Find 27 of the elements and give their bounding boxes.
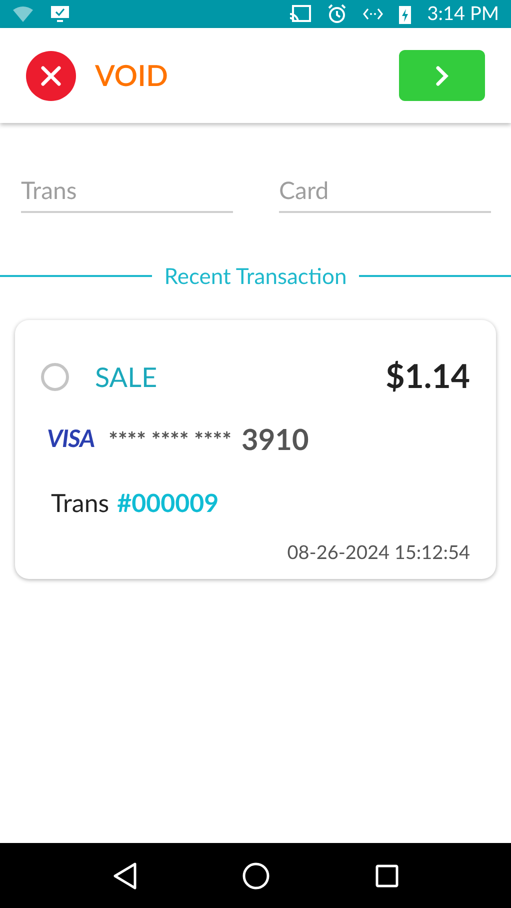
trans-label: Trans [51,487,110,520]
transaction-card[interactable]: SALE $1.14 VISA **** **** **** 3910 Trans #000009 08-26-2024 15:12:54 [15,320,496,579]
close-button[interactable] [26,50,76,100]
transaction-datetime: 08-26-2024 15:12:54 [287,540,470,566]
radio-button[interactable] [41,362,69,391]
back-icon[interactable] [112,862,138,890]
card-last-digits: 3910 [242,420,309,458]
trans-number: #000009 [117,487,219,520]
input-field[interactable]: Card [279,173,491,213]
input-field[interactable]: Trans [21,173,233,213]
status-time: 3:14 PM [427,0,499,27]
section-title: Recent Transaction [163,261,348,291]
monitor-check-icon [50,5,70,23]
page-title: VOID [95,56,168,95]
close-icon [41,66,61,86]
alarm-icon [327,4,348,24]
masked-card-number: **** **** **** [108,424,232,455]
amount: $1.14 [386,355,470,398]
chevron-right-icon [435,64,449,86]
battery-icon [399,4,412,24]
home-icon[interactable] [242,862,270,890]
recents-icon[interactable] [374,864,399,888]
code-arrows-icon [363,7,384,21]
wifi-icon [12,6,34,22]
card-brand-logo: VISA [47,423,95,456]
cast-icon [289,5,312,23]
transaction-type: SALE [95,358,158,394]
